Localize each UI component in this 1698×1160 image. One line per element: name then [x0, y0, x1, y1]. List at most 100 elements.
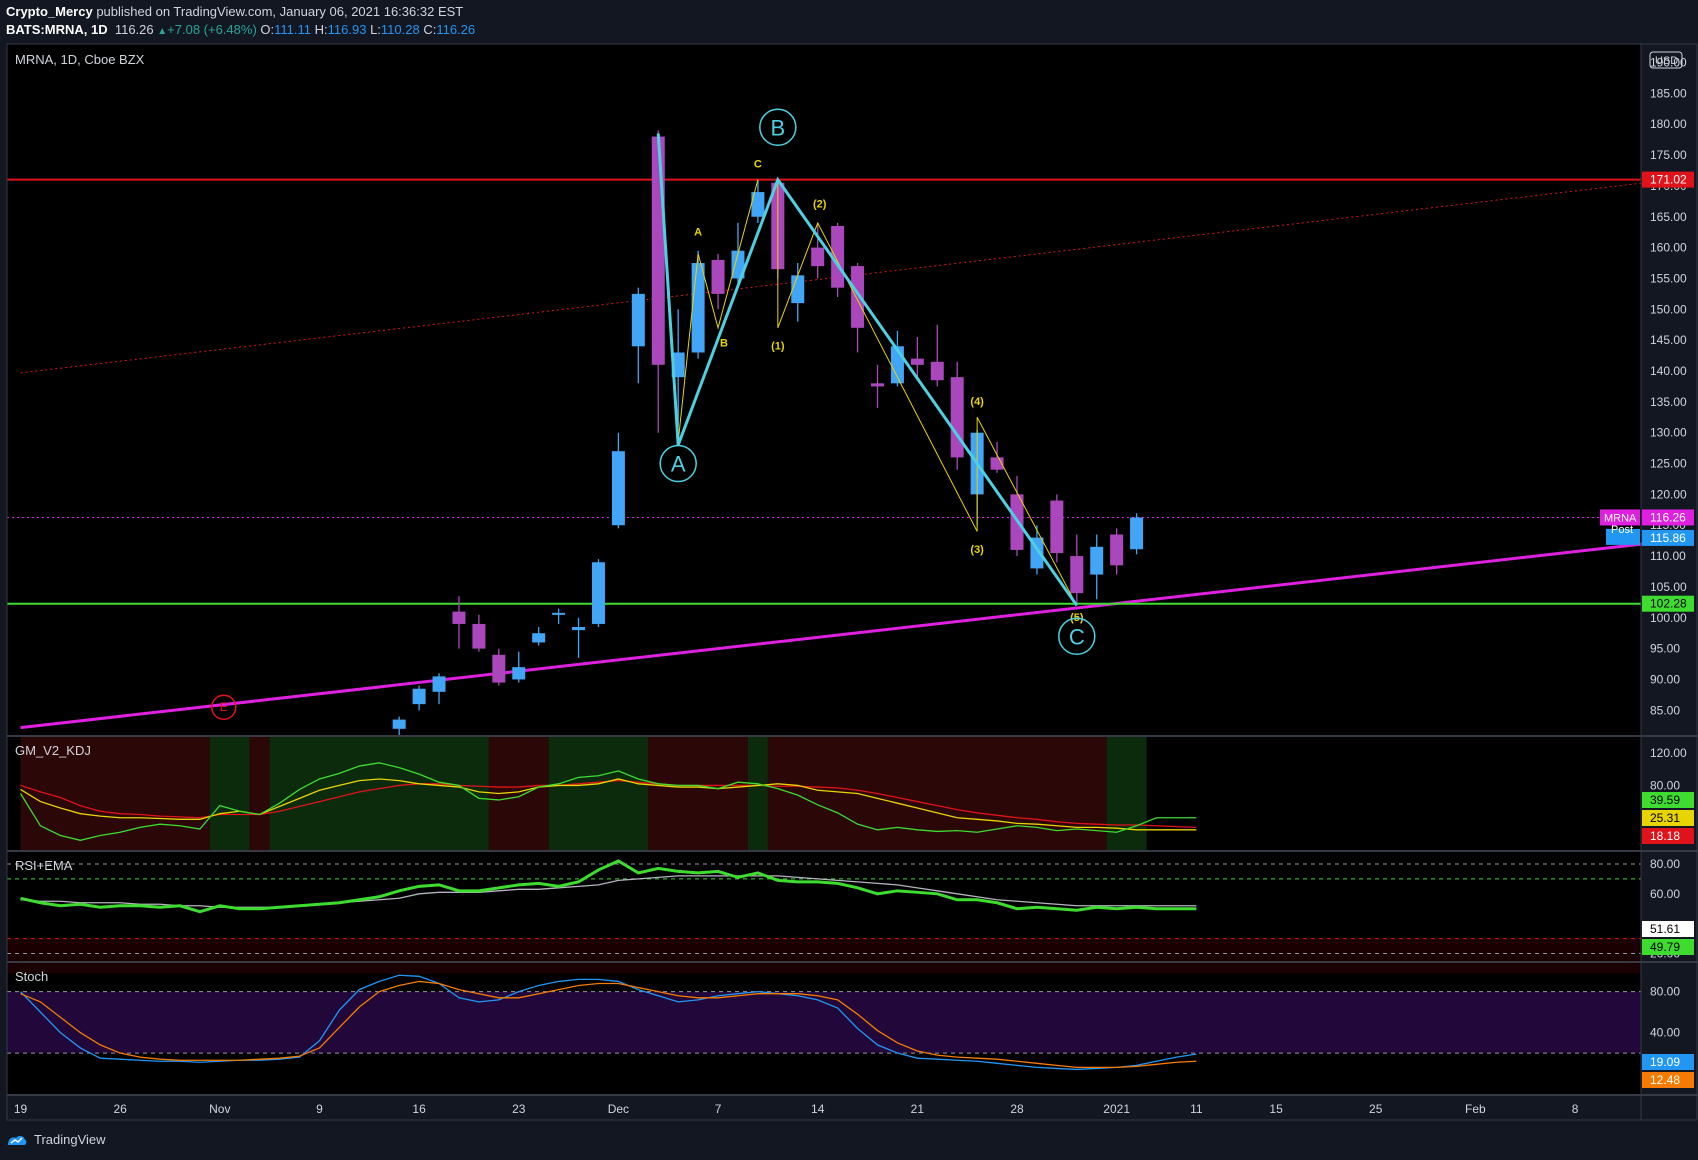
pane-title: RSI+EMA: [15, 858, 73, 873]
symbol-header: BATS:MRNA, 1D 116.26 ▲+7.08 (+6.48%) O:1…: [6, 22, 475, 37]
pane-title: Stoch: [15, 969, 48, 984]
candle-body: [611, 451, 625, 526]
footer-brand[interactable]: TradingView: [34, 1132, 106, 1147]
price-tick-label: 160.00: [1650, 241, 1687, 255]
time-tick-label: 28: [1010, 1102, 1024, 1116]
price-tick-label: 85.00: [1650, 703, 1680, 717]
indicator-value-tag: 12.48: [1650, 1073, 1680, 1087]
indicator-value-tag: 18.18: [1650, 829, 1680, 843]
candle-body: [651, 136, 665, 365]
indicator-value-tag: 25.31: [1650, 811, 1680, 825]
time-tick-label: 9: [316, 1102, 323, 1116]
indicator-tick-label: 40.00: [1650, 1026, 1680, 1040]
price-tick-label: 105.00: [1650, 580, 1687, 594]
level-price-tag: 171.02: [1650, 173, 1687, 187]
time-tick-label: 2021: [1103, 1102, 1130, 1116]
candle-body: [811, 247, 825, 267]
time-tick-label: 7: [715, 1102, 722, 1116]
kdj-zone: [269, 737, 489, 850]
indicator-value-tag: 19.09: [1650, 1055, 1680, 1069]
author-name[interactable]: Crypto_Mercy: [6, 4, 93, 19]
footer: TradingView: [6, 1132, 106, 1147]
open-label: O:: [260, 22, 275, 37]
indicator-value-tag: 39.59: [1650, 793, 1680, 807]
candle-body: [791, 275, 805, 304]
sub-wave-label: C: [754, 158, 762, 170]
price-tick-label: 120.00: [1650, 487, 1687, 501]
price-tick-label: 125.00: [1650, 457, 1687, 471]
price-tick-label: 135.00: [1650, 395, 1687, 409]
close-label: C:: [423, 22, 437, 37]
indicator-tick-label: 80.00: [1650, 857, 1680, 871]
candle-body: [472, 623, 486, 649]
high-value: 116.93: [327, 22, 367, 37]
time-tick-label: 15: [1269, 1102, 1283, 1116]
published-text: published on TradingView.com, January 06…: [96, 4, 464, 19]
stoch-band: [7, 991, 1641, 1054]
sub-wave-label: (1): [771, 340, 785, 352]
sub-wave-label: (2): [813, 198, 827, 210]
candle-body: [432, 676, 446, 692]
time-tick-label: 8: [1572, 1102, 1579, 1116]
time-tick-label: Nov: [209, 1102, 230, 1116]
sub-wave-label: A: [694, 226, 702, 238]
price-tick-label: 155.00: [1650, 271, 1687, 285]
candle-body: [1130, 517, 1144, 550]
time-tick-label: 26: [113, 1102, 127, 1116]
candle-body: [711, 259, 725, 294]
level-price-tag: 102.28: [1650, 597, 1687, 611]
indicator-tick-label: 80.00: [1650, 985, 1680, 999]
kdj-zone: [648, 737, 748, 850]
sub-wave-label: (4): [970, 396, 984, 408]
kdj-zone: [548, 737, 649, 850]
price-tick-label: 100.00: [1650, 611, 1687, 625]
symbol-line: BATS:MRNA, 1D: [6, 22, 108, 37]
time-tick-label: 19: [14, 1102, 28, 1116]
kdj-zone: [767, 737, 1107, 850]
time-tick-label: Dec: [608, 1102, 629, 1116]
price-tick-label: 110.00: [1650, 549, 1686, 563]
wave-label-b: B: [770, 115, 785, 140]
candle-body: [512, 667, 526, 680]
candle-body: [591, 562, 605, 624]
last-price-tag: 116.26: [1650, 510, 1686, 524]
indicator-tick-label: 60.00: [1650, 887, 1680, 901]
time-tick-label: 21: [911, 1102, 925, 1116]
price-tick-label: 145.00: [1650, 333, 1687, 347]
high-label: H:: [314, 22, 328, 37]
publish-header: Crypto_Mercy published on TradingView.co…: [6, 4, 463, 19]
candle-body: [631, 293, 645, 347]
pane-title-price: MRNA, 1D, Cboe BZX: [15, 52, 145, 67]
candle-body: [572, 627, 586, 631]
kdj-zone: [249, 737, 270, 850]
candle-body: [930, 361, 944, 381]
last-price: 116.26: [114, 22, 154, 37]
post-price-tag: 115.86: [1650, 531, 1686, 545]
price-tick-label: 140.00: [1650, 364, 1687, 378]
candle-body: [452, 611, 466, 624]
close-value: 116.26: [436, 22, 476, 37]
price-tick-label: 165.00: [1650, 210, 1687, 224]
time-tick-label: Feb: [1465, 1102, 1486, 1116]
low-value: 110.28: [380, 22, 420, 37]
candle-body: [1050, 500, 1064, 553]
kdj-zone: [747, 737, 768, 850]
indicator-tick-label: 80.00: [1650, 778, 1680, 792]
candle-body: [532, 633, 546, 643]
open-value: 111.11: [274, 22, 312, 37]
candle-body: [1090, 546, 1104, 575]
kdj-zone: [1106, 737, 1147, 850]
candle-body: [412, 688, 426, 705]
candle-body: [492, 654, 506, 683]
low-label: L:: [370, 22, 381, 37]
time-tick-label: 11: [1190, 1102, 1203, 1116]
candle-body: [910, 358, 924, 365]
candle-body: [1070, 556, 1084, 594]
post-name-tag: Post: [1611, 524, 1633, 536]
pane-title: GM_V2_KDJ: [15, 743, 91, 758]
sub-wave-label: (3): [970, 544, 984, 556]
price-tick-label: 130.00: [1650, 426, 1687, 440]
wave-label-a: A: [671, 452, 686, 477]
currency-label: USD: [1655, 55, 1678, 67]
indicator-value-tag: 49.79: [1650, 940, 1680, 954]
